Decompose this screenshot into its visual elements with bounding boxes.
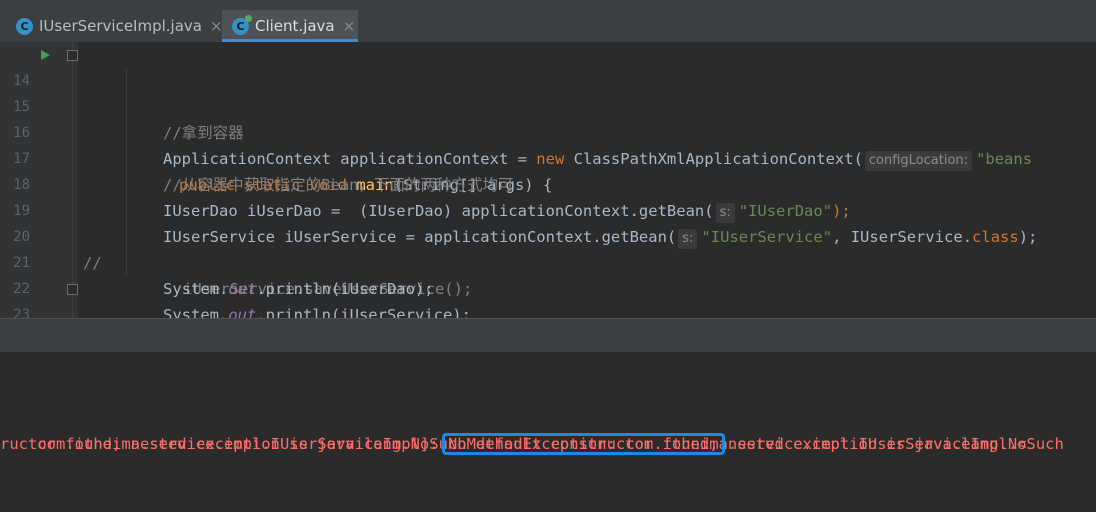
fold-icon[interactable] [67, 284, 78, 295]
code-line-20[interactable]: 20 // iUserService.saveUserService(); [0, 198, 1096, 298]
close-icon[interactable]: × [210, 17, 223, 35]
class-c-runnable-icon: C [232, 14, 252, 35]
code-line-18[interactable]: 18 IUserDao iUserDao = (IUserDao) applic… [0, 146, 1096, 223]
code-line-24[interactable]: 24 } [0, 302, 1096, 318]
tab-label: IUserServiceImpl.java [39, 17, 202, 35]
close-icon[interactable]: × [343, 17, 356, 35]
tab-iuserserviceimpl[interactable]: C IUserServiceImpl.java × [8, 10, 226, 42]
code-line-23[interactable]: 23 } [0, 276, 1096, 318]
code-line-16[interactable]: 16 ApplicationContext applicationContext… [0, 94, 1096, 171]
highlight-box [441, 433, 725, 455]
code-line-21[interactable]: 21 System.out.println(iUserDao); [0, 224, 1096, 298]
fold-icon[interactable] [67, 50, 78, 61]
run-console[interactable]: com.itheima.service.impl.IUserServiceImp… [0, 352, 1096, 512]
code-line-17[interactable]: 17 //从容器中获取指定的Bean，下面的两种方式均可 [0, 120, 1096, 194]
class-c-icon: C [16, 17, 33, 35]
tab-label: Client.java [255, 17, 335, 35]
editor-tab-bar: C IUserServiceImpl.java × C Client.java … [0, 0, 1096, 43]
run-gutter-icon[interactable] [41, 50, 50, 60]
panel-divider[interactable] [0, 318, 1096, 353]
code-line-14[interactable]: 14 public static void main(String[] args… [0, 42, 1096, 194]
code-line-19[interactable]: 19 IUserService iUserService = applicati… [0, 172, 1096, 249]
code-line-15[interactable]: 15 //拿到容器 [0, 68, 1096, 142]
code-editor[interactable]: 14 public static void main(String[] args… [0, 42, 1096, 318]
code-line-22[interactable]: 22 System.out.println(iUserService); [0, 250, 1096, 318]
tab-client[interactable]: C Client.java × [222, 10, 358, 42]
